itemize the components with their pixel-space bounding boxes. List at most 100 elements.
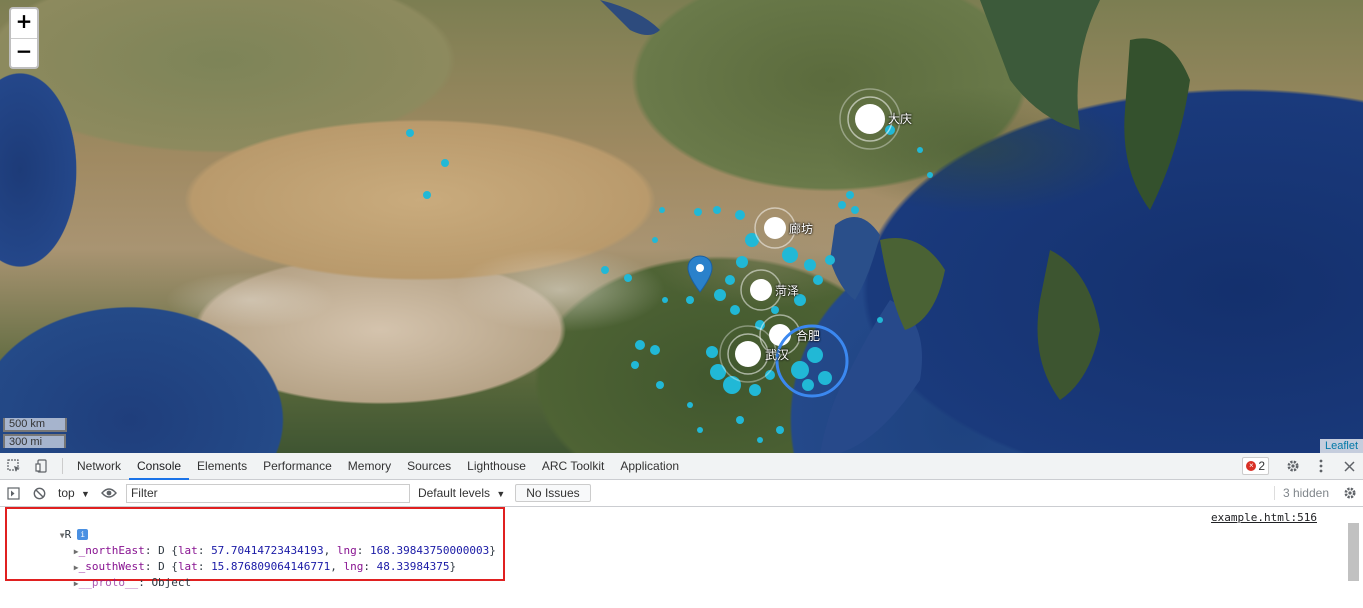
tab-memory[interactable]: Memory: [340, 453, 399, 479]
sakhalin-area: [980, 0, 1100, 130]
collapse-triangle-icon: ▶: [73, 579, 79, 588]
data-dot: [917, 147, 923, 153]
data-dot: [725, 275, 735, 285]
data-dot: [652, 237, 658, 243]
log-levels-dropdown[interactable]: Default levels ▼: [418, 486, 505, 500]
tab-arc-toolkit[interactable]: ARC Toolkit: [534, 453, 612, 479]
data-dot: [851, 206, 859, 214]
map-overlay: [406, 0, 1190, 453]
data-dot: [736, 416, 744, 424]
data-dot: [713, 206, 721, 214]
data-dot: [697, 427, 703, 433]
data-dot: [735, 210, 745, 220]
error-count: 2: [1258, 459, 1265, 473]
data-dot: [776, 426, 784, 434]
console-filter-input[interactable]: [125, 483, 410, 503]
city-label-hefei: 合肥: [796, 329, 821, 343]
tab-performance[interactable]: Performance: [255, 453, 340, 479]
data-dot: [601, 266, 609, 274]
data-dot: [804, 259, 816, 271]
hidden-messages-count: 3 hidden: [1273, 486, 1337, 500]
data-dot: [650, 345, 660, 355]
settings-gear-icon[interactable]: [1279, 459, 1307, 473]
tab-sources[interactable]: Sources: [399, 453, 459, 479]
data-dot: [662, 297, 668, 303]
data-dot: [825, 255, 835, 265]
data-dot: [757, 437, 763, 443]
data-dot: [687, 402, 693, 408]
data-dot: [927, 172, 933, 178]
tab-lighthouse[interactable]: Lighthouse: [459, 453, 534, 479]
log-source-link[interactable]: example.html:516: [1211, 511, 1317, 524]
device-toolbar-icon[interactable]: [28, 453, 56, 479]
data-dot: [846, 191, 854, 199]
console-output: ▼R i example.html:516 ▶_northEast: D {lat…: [0, 507, 1363, 589]
close-icon[interactable]: [1335, 460, 1363, 472]
data-dot: [694, 208, 702, 216]
data-dot: [736, 256, 748, 268]
devtools-tabbar: Network Console Elements Performance Mem…: [0, 453, 1363, 480]
console-settings-gear-icon[interactable]: [1337, 480, 1363, 507]
prop-lng: 48.33984375: [376, 560, 450, 573]
data-dot: [818, 371, 832, 385]
console-scrollbar[interactable]: [1348, 523, 1359, 581]
bohai-sea: [830, 217, 880, 300]
prop-value: Object: [151, 576, 192, 589]
data-dot: [813, 275, 823, 285]
data-dot: [730, 305, 740, 315]
log-levels-label: Default levels: [417, 486, 490, 500]
devtools-panel: Network Console Elements Performance Mem…: [0, 453, 1363, 589]
data-dot: [441, 159, 449, 167]
japan-north: [1124, 38, 1190, 211]
data-dot: [807, 347, 823, 363]
map-pin-icon: [687, 255, 713, 293]
tab-elements[interactable]: Elements: [189, 453, 255, 479]
city-label-langfang: 廊坊: [789, 222, 814, 236]
data-dot: [656, 381, 664, 389]
data-dot: [802, 379, 814, 391]
console-prop-proto[interactable]: ▶__proto__: Object: [34, 559, 191, 589]
tab-network[interactable]: Network: [69, 453, 129, 479]
console-prop-northeast[interactable]: ▶_northEast: D {lat: 57.70414723434193, …: [34, 527, 496, 557]
data-dot: [423, 191, 431, 199]
zoom-in-button[interactable]: +: [11, 9, 37, 38]
map-view[interactable]: 大庆 廊坊 菏泽 合肥 武汉 + − 500 km 300 mi Leaflet: [0, 0, 1363, 453]
data-dot: [659, 207, 665, 213]
inspect-element-icon[interactable]: [0, 453, 28, 479]
live-expression-eye-icon[interactable]: [96, 480, 122, 507]
data-dot: [791, 361, 809, 379]
chevron-down-icon: ▼: [496, 489, 506, 499]
baikal-lake: [600, 0, 660, 35]
tab-console[interactable]: Console: [129, 453, 190, 480]
city-label-daqing: 大庆: [888, 112, 913, 126]
data-dot: [723, 376, 741, 394]
context-label: top: [58, 486, 75, 500]
prop-key: __proto__: [78, 576, 139, 589]
issues-button[interactable]: No Issues: [515, 484, 591, 502]
data-dot: [686, 296, 694, 304]
zoom-control: + −: [9, 7, 39, 69]
error-icon: ×: [1246, 461, 1257, 471]
chevron-down-icon: ▼: [81, 489, 90, 499]
scale-mi: 300 mi: [3, 434, 66, 448]
zoom-out-button[interactable]: −: [11, 38, 37, 67]
data-dot: [838, 201, 846, 209]
data-dot: [706, 346, 718, 358]
data-dot: [631, 361, 639, 369]
sidebar-toggle-icon[interactable]: [0, 480, 26, 507]
more-options-icon[interactable]: [1307, 459, 1335, 473]
error-count-badge[interactable]: × 2: [1242, 457, 1269, 475]
console-prop-southwest[interactable]: ▶_southWest: D {lat: 15.876809064146771,…: [34, 543, 456, 573]
city-label-wuhan: 武汉: [765, 348, 790, 362]
data-dot: [635, 340, 645, 350]
leaflet-attribution-link[interactable]: Leaflet: [1319, 439, 1363, 453]
tab-application[interactable]: Application: [612, 453, 687, 479]
data-dot: [406, 129, 414, 137]
toolbar-divider: [62, 458, 63, 474]
data-dot: [877, 317, 883, 323]
clear-console-icon[interactable]: [26, 480, 52, 507]
console-object-header[interactable]: ▼R i: [20, 511, 89, 541]
prop-lat: 15.876809064146771: [211, 560, 331, 573]
data-dot: [749, 384, 761, 396]
execution-context-select[interactable]: top ▼: [52, 486, 96, 500]
